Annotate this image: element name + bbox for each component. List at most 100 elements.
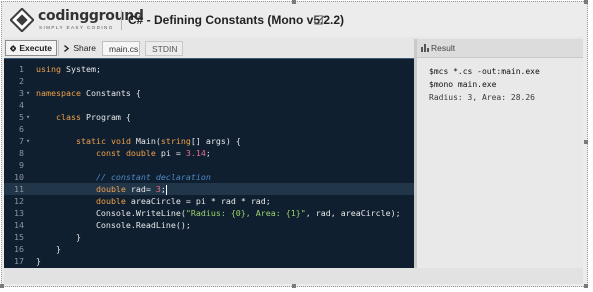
editor-toolbar: Execute Share main.cs STDIN (4, 39, 414, 57)
result-title: Result (431, 43, 456, 53)
execute-label: Execute (19, 43, 52, 53)
code-line[interactable]: 8 const double pi = 3.14; (4, 147, 414, 159)
resize-handle-bottom-right[interactable] (584, 284, 588, 288)
code-editor[interactable]: 1 using System; 2 3 ▾ namespace Constants {4 5… (4, 58, 414, 268)
line-number: 17 (14, 256, 24, 266)
keyword-token: double (125, 148, 156, 158)
line-number: 1 (19, 64, 24, 74)
code-text: } (36, 255, 41, 267)
result-header: Result (417, 39, 583, 58)
fold-toggle-icon[interactable]: ▾ (26, 87, 30, 99)
line-number: 16 (14, 244, 24, 254)
code-line[interactable]: 7 ▾ static void Main(string[] args) { (4, 135, 414, 147)
fold-toggle-icon[interactable]: ▾ (26, 111, 30, 123)
keyword-token: void (110, 136, 131, 146)
app-header: codingground SIMPLY EASY CODING C# - Def… (4, 4, 583, 37)
line-number: 13 (14, 208, 24, 218)
code-text: double areaCircle = pi * rad * rad; (36, 195, 271, 207)
keyword-token: double (95, 196, 126, 206)
bar-chart-icon (421, 44, 429, 52)
code-text: // constant declaration (36, 171, 211, 183)
code-line[interactable]: 16 } (4, 243, 414, 255)
keyword-token: using (36, 64, 61, 74)
code-text: } (36, 243, 61, 255)
code-line[interactable]: 12 double areaCircle = pi * rad * rad; (4, 195, 414, 207)
code-token: Constants { (80, 88, 141, 98)
line-number: 3 (19, 88, 24, 98)
line-number: 12 (14, 196, 24, 206)
line-number: 4 (19, 100, 24, 110)
code-token: Console.WriteLine( (36, 208, 186, 218)
fold-toggle-icon[interactable]: ▾ (26, 135, 30, 147)
keyword-token: namespace (36, 88, 81, 98)
chevron-right-icon (64, 44, 70, 52)
code-line[interactable]: 10 // constant declaration (4, 171, 414, 183)
code-token: } (36, 244, 61, 254)
execute-button[interactable]: Execute (5, 40, 57, 56)
string-token: "Radius: {0}, Area: {1}" (185, 208, 306, 218)
code-token: Main( (130, 136, 161, 146)
resize-handle-right[interactable] (584, 140, 588, 144)
code-token: } (36, 256, 41, 266)
tab-stdin[interactable]: STDIN (145, 41, 183, 56)
result-output: $mcs *.cs -out:main.exe $mono main.exe Rad… (417, 58, 583, 268)
code-text: } (36, 231, 81, 243)
code-line[interactable]: 2 (4, 75, 414, 87)
code-token: System; (60, 64, 101, 74)
code-line[interactable]: 17} (4, 255, 414, 267)
header-divider (121, 10, 122, 30)
code-token: rad= (125, 184, 156, 194)
result-line: $mono main.exe (429, 80, 497, 89)
code-token: pi = (155, 148, 186, 158)
gear-icon (10, 44, 17, 52)
keyword-token: double (95, 184, 126, 194)
keyword-token: const (95, 148, 121, 158)
code-line[interactable]: 1 using System; (4, 63, 414, 75)
code-line[interactable]: 3 ▾ namespace Constants { (4, 87, 414, 99)
keyword-token: class (55, 112, 81, 122)
comment-token: // constant declaration (95, 172, 211, 182)
code-token: Console.ReadLine(); (36, 220, 191, 230)
code-text: static void Main(string[] args) { (36, 135, 241, 147)
keyword-token: static (75, 136, 106, 146)
page-footer (4, 268, 583, 284)
code-line[interactable]: 5 ▾ class Program { (4, 111, 414, 123)
code-line[interactable]: 4 (4, 99, 414, 111)
logo-tagline: SIMPLY EASY CODING (39, 25, 114, 30)
code-token: Program { (80, 112, 131, 122)
resize-handle-top-right[interactable] (584, 0, 588, 4)
line-number: 10 (14, 172, 24, 182)
code-line[interactable]: 14 Console.ReadLine(); (4, 219, 414, 231)
code-text: namespace Constants { (36, 87, 141, 99)
code-text: using System; (36, 63, 101, 75)
code-text: double rad= 3; (36, 183, 167, 195)
code-line[interactable]: 13 Console.WriteLine("Radius: {0}, Area:… (4, 207, 414, 219)
codingground-app: codingground SIMPLY EASY CODING C# - Def… (4, 4, 583, 284)
share-label: Share (73, 43, 96, 53)
code-line[interactable]: 6 (4, 123, 414, 135)
code-token: } (36, 232, 81, 242)
code-text: Console.WriteLine("Radius: {0}, Area: {1… (36, 207, 401, 219)
result-line: $mcs *.cs -out:main.exe (429, 67, 540, 76)
edit-icon[interactable] (314, 14, 325, 25)
line-number: 2 (19, 76, 24, 86)
line-number: 9 (19, 160, 24, 170)
code-line[interactable]: 15 } (4, 231, 414, 243)
code-line[interactable]: 9 (4, 159, 414, 171)
codingground-logo-icon[interactable] (10, 8, 34, 32)
resize-handle-bottom[interactable] (292, 284, 296, 288)
resize-handle-bottom-left[interactable] (0, 284, 4, 288)
share-button[interactable]: Share (58, 40, 100, 56)
line-number: 15 (14, 232, 24, 242)
result-line: Radius: 3, Area: 28.26 (429, 93, 535, 102)
keyword-token: string (160, 136, 191, 146)
code-line[interactable]: 11 double rad= 3; (4, 183, 414, 195)
tab-main-cs[interactable]: main.cs (102, 41, 140, 56)
code-token: , rad, areaCircle); (305, 208, 401, 218)
